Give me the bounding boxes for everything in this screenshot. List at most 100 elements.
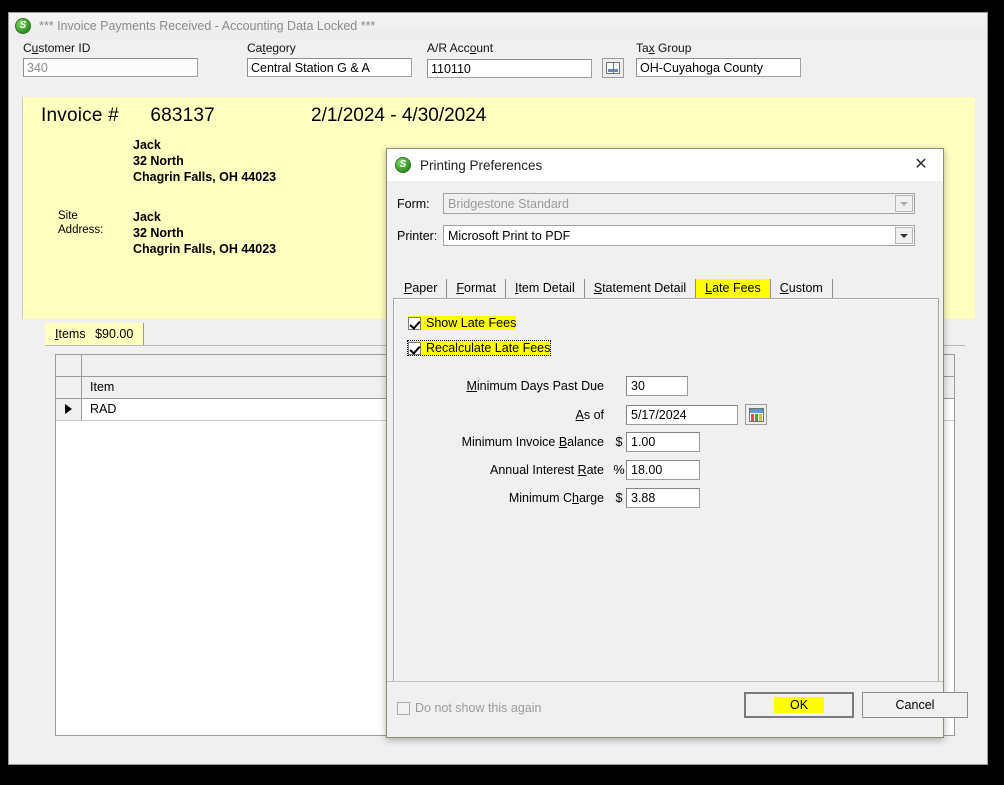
tab-paper[interactable]: Paper [395, 279, 448, 298]
invoice-date-range: 2/1/2024 - 4/30/2024 [311, 105, 487, 126]
customer-id-input[interactable]: 340 [23, 58, 198, 77]
ok-button[interactable]: OK [744, 692, 854, 718]
form-label: Form: [397, 196, 430, 211]
as-of-label: As of [575, 407, 605, 422]
invoice-number-label: Invoice # [41, 105, 119, 126]
show-late-fees-checkbox-row[interactable]: Show Late Fees [408, 316, 517, 330]
as-of-row: As of 5/17/2024 [424, 404, 767, 425]
checkbox-icon[interactable] [408, 316, 421, 330]
tab-items-label: Items [55, 327, 86, 341]
current-row-arrow-icon [65, 404, 72, 414]
grid-header-selector-cell [56, 377, 82, 398]
bill-to-address: Jack 32 North Chagrin Falls, OH 44023 [133, 137, 276, 185]
field-category: Category Central Station G & A [247, 41, 412, 77]
do-not-show-again-row[interactable]: Do not show this again [397, 701, 541, 715]
chevron-down-icon[interactable] [895, 227, 913, 244]
minimum-charge-row: Minimum Charge $ 3.88 [424, 488, 700, 508]
site-address-label-line2: Address: [58, 224, 104, 236]
grid-band-selector-cell [56, 355, 82, 376]
grid-header-item[interactable]: Item [90, 380, 114, 394]
tab-custom[interactable]: Custom [771, 279, 833, 298]
annual-interest-rate-symbol: % [613, 463, 625, 477]
annual-interest-rate-input[interactable]: 18.00 [626, 460, 700, 480]
printer-select-value: Microsoft Print to PDF [448, 229, 571, 243]
minimum-invoice-balance-input[interactable]: 1.00 [626, 432, 700, 452]
invoice-number-value: 683137 [150, 105, 215, 126]
field-ar-account: A/R Account 110110 [427, 41, 624, 78]
ledger-icon [606, 62, 620, 74]
dialog-tabstrip: Paper Format Item Detail Statement Detai… [395, 276, 833, 298]
form-select[interactable]: Bridgestone Standard [443, 193, 915, 214]
minimum-days-past-due-row: Minimum Days Past Due 30 [424, 376, 688, 396]
window-title: *** Invoice Payments Received - Accounti… [39, 19, 376, 33]
field-customer-id: Customer ID 340 [23, 41, 198, 77]
header-field-strip: Customer ID 340 Category Central Station… [9, 39, 987, 95]
site-address-label-line1: Site [58, 210, 78, 222]
calendar-picker-button[interactable] [745, 404, 767, 425]
bill-to-citystatezip: Chagrin Falls, OH 44023 [133, 170, 277, 184]
chevron-down-icon[interactable] [895, 195, 913, 212]
tab-item-detail[interactable]: Item Detail [506, 279, 585, 298]
ar-account-label: A/R Account [427, 41, 494, 55]
minimum-charge-symbol: $ [615, 491, 623, 505]
minimum-invoice-balance-symbol: $ [615, 435, 623, 449]
minimum-days-past-due-label: Minimum Days Past Due [466, 379, 604, 393]
site-citystatezip: Chagrin Falls, OH 44023 [133, 242, 277, 256]
late-fees-panel: Show Late Fees Recalculate Late Fees Min… [393, 298, 939, 716]
tab-late-fees[interactable]: Late Fees [696, 279, 771, 298]
ar-account-lookup-button[interactable] [602, 58, 624, 78]
invoice-heading: Invoice # 683137 [41, 105, 215, 127]
cancel-button-label: Cancel [895, 698, 935, 712]
printer-label: Printer: [397, 228, 438, 243]
app-logo-icon: S [15, 18, 31, 34]
site-address-block: Jack 32 North Chagrin Falls, OH 44023 [133, 209, 276, 257]
site-address-label: Site Address: [58, 209, 103, 237]
screen: S *** Invoice Payments Received - Accoun… [0, 0, 1004, 785]
tab-items[interactable]: Items $90.00 [45, 323, 145, 346]
cancel-button[interactable]: Cancel [862, 692, 968, 718]
form-select-value: Bridgestone Standard [448, 197, 569, 211]
printing-preferences-dialog: S Printing Preferences ✕ Form: Bridgesto… [386, 148, 968, 738]
close-icon[interactable]: ✕ [899, 149, 943, 181]
dialog-footer: Do not show this again OK Cancel [387, 681, 968, 737]
ar-account-input[interactable]: 110110 [427, 58, 592, 78]
as-of-date-input[interactable]: 5/17/2024 [626, 404, 738, 425]
main-titlebar: S *** Invoice Payments Received - Accoun… [9, 13, 987, 39]
form-row: Form: Bridgestone Standard [397, 193, 927, 214]
dialog-body: Form: Bridgestone Standard Printer: Micr… [387, 181, 968, 737]
recalculate-late-fees-checkbox-row[interactable]: Recalculate Late Fees [406, 340, 552, 356]
do-not-show-again-label: Do not show this again [415, 701, 542, 715]
site-street: 32 North [133, 226, 184, 240]
tax-group-input[interactable]: OH-Cuyahoga County [636, 58, 801, 77]
row-cell-item: RAD [90, 402, 117, 416]
category-label: Category [247, 41, 296, 55]
minimum-invoice-balance-row: Minimum Invoice Balance $ 1.00 [424, 432, 700, 452]
row-selector-cell[interactable] [56, 399, 82, 420]
tab-format[interactable]: Format [447, 279, 506, 298]
window-right-edge [983, 39, 987, 764]
minimum-charge-input[interactable]: 3.88 [626, 488, 700, 508]
tab-statement-detail[interactable]: Statement Detail [585, 279, 697, 298]
printer-select[interactable]: Microsoft Print to PDF [443, 225, 915, 246]
customer-id-label: Customer ID [23, 41, 91, 55]
minimum-days-past-due-input[interactable]: 30 [626, 376, 688, 396]
field-tax-group: Tax Group OH-Cuyahoga County [636, 41, 801, 77]
minimum-charge-label: Minimum Charge [508, 491, 604, 505]
annual-interest-rate-row: Annual Interest Rate % 18.00 [424, 460, 700, 480]
recalculate-late-fees-label: Recalculate Late Fees [426, 341, 551, 355]
dialog-titlebar: S Printing Preferences ✕ [387, 149, 943, 181]
tab-items-amount: $90.00 [95, 327, 134, 341]
category-input[interactable]: Central Station G & A [247, 58, 412, 77]
calendar-icon [749, 408, 764, 422]
minimum-invoice-balance-label: Minimum Invoice Balance [461, 435, 604, 449]
printer-row: Printer: Microsoft Print to PDF [397, 225, 927, 246]
dialog-app-icon: S [395, 157, 411, 173]
bill-to-name: Jack [133, 138, 161, 152]
annual-interest-rate-label: Annual Interest Rate [490, 463, 604, 477]
site-name: Jack [133, 210, 161, 224]
show-late-fees-label: Show Late Fees [426, 316, 517, 330]
checkbox-icon[interactable] [397, 701, 410, 715]
bill-to-street: 32 North [133, 154, 184, 168]
tax-group-label: Tax Group [636, 41, 692, 55]
checkbox-icon[interactable] [408, 341, 421, 355]
